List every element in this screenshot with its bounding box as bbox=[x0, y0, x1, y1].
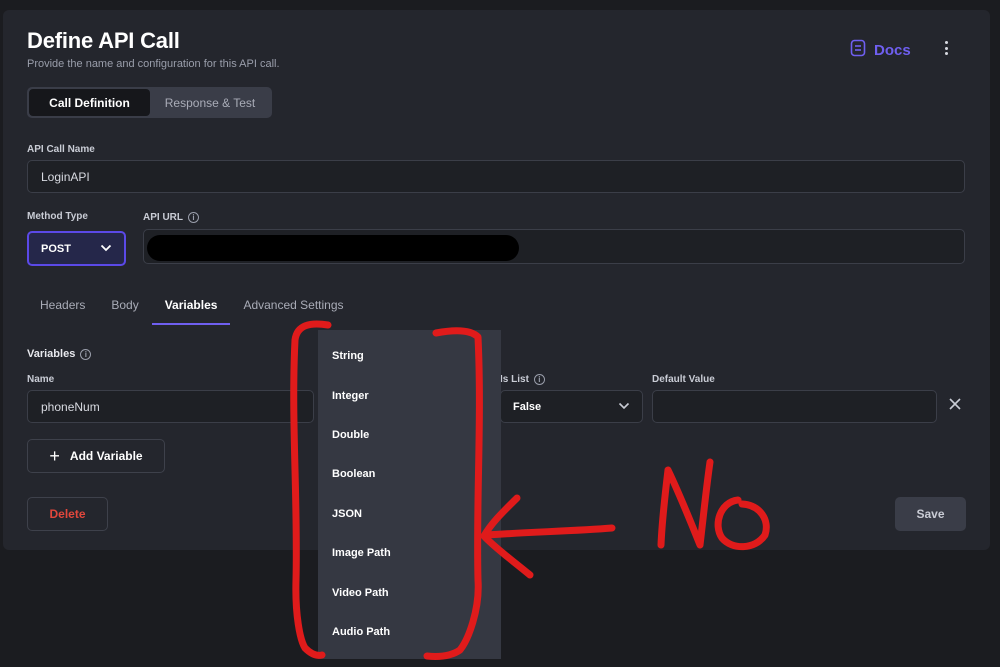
is-list-value: False bbox=[513, 400, 542, 413]
dropdown-option-string[interactable]: String bbox=[318, 341, 501, 371]
method-type-label: Method Type bbox=[27, 211, 88, 222]
tab-response-test[interactable]: Response & Test bbox=[150, 89, 270, 116]
delete-button[interactable]: Delete bbox=[27, 497, 108, 531]
close-icon[interactable] bbox=[946, 395, 964, 413]
redacted-url-overlay bbox=[147, 235, 519, 261]
api-url-label: API URL bbox=[143, 212, 183, 224]
is-list-label: Is List bbox=[500, 374, 529, 386]
docs-icon bbox=[850, 39, 866, 62]
api-url-label-wrap: API URL i bbox=[143, 212, 199, 223]
method-type-value: POST bbox=[41, 242, 71, 255]
definition-tabs: Call Definition Response & Test bbox=[27, 87, 272, 118]
plus-icon: + bbox=[49, 446, 60, 466]
variables-section-label: Variables bbox=[27, 348, 76, 360]
dropdown-option-json[interactable]: JSON bbox=[318, 499, 501, 529]
variable-name-label: Name bbox=[27, 374, 55, 385]
docs-label: Docs bbox=[874, 42, 911, 59]
tab-advanced-settings[interactable]: Advanced Settings bbox=[230, 296, 356, 325]
dropdown-option-boolean[interactable]: Boolean bbox=[318, 459, 501, 489]
more-vertical-icon[interactable] bbox=[938, 38, 954, 58]
tab-body[interactable]: Body bbox=[98, 296, 151, 325]
docs-button[interactable]: Docs bbox=[850, 39, 911, 62]
info-icon: i bbox=[80, 348, 92, 360]
tab-variables[interactable]: Variables bbox=[151, 296, 231, 325]
add-variable-label: Add Variable bbox=[69, 449, 143, 463]
request-sub-tabs: Headers Body Variables Advanced Settings bbox=[27, 296, 357, 326]
chevron-down-icon bbox=[100, 243, 112, 255]
info-icon: i bbox=[533, 374, 545, 385]
dropdown-option-audio-path[interactable]: Audio Path bbox=[318, 617, 501, 647]
dropdown-option-integer[interactable]: Integer bbox=[318, 381, 501, 411]
variables-section-label-wrap: Variables i bbox=[27, 348, 92, 360]
info-icon: i bbox=[188, 212, 199, 223]
dropdown-option-video-path[interactable]: Video Path bbox=[318, 578, 501, 608]
variable-name-input[interactable]: phoneNum bbox=[27, 390, 314, 423]
chevron-down-icon bbox=[618, 401, 630, 413]
type-dropdown-menu: String Integer Double Boolean JSON Image… bbox=[318, 330, 501, 659]
default-value-label: Default Value bbox=[652, 374, 715, 385]
tab-call-definition[interactable]: Call Definition bbox=[29, 89, 150, 116]
dropdown-option-image-path[interactable]: Image Path bbox=[318, 538, 501, 568]
is-list-label-wrap: Is List i bbox=[500, 374, 545, 385]
api-call-name-label: API Call Name bbox=[27, 144, 95, 155]
dropdown-option-double[interactable]: Double bbox=[318, 420, 501, 450]
tab-headers[interactable]: Headers bbox=[27, 296, 98, 325]
save-button[interactable]: Save bbox=[895, 497, 966, 531]
is-list-select[interactable]: False bbox=[500, 390, 643, 423]
method-type-select[interactable]: POST bbox=[27, 231, 126, 266]
default-value-input[interactable] bbox=[652, 390, 937, 423]
add-variable-button[interactable]: + Add Variable bbox=[27, 439, 165, 473]
page-subtitle: Provide the name and configuration for t… bbox=[27, 58, 280, 70]
page-title: Define API Call bbox=[27, 28, 180, 53]
api-call-name-input[interactable]: LoginAPI bbox=[27, 160, 965, 193]
